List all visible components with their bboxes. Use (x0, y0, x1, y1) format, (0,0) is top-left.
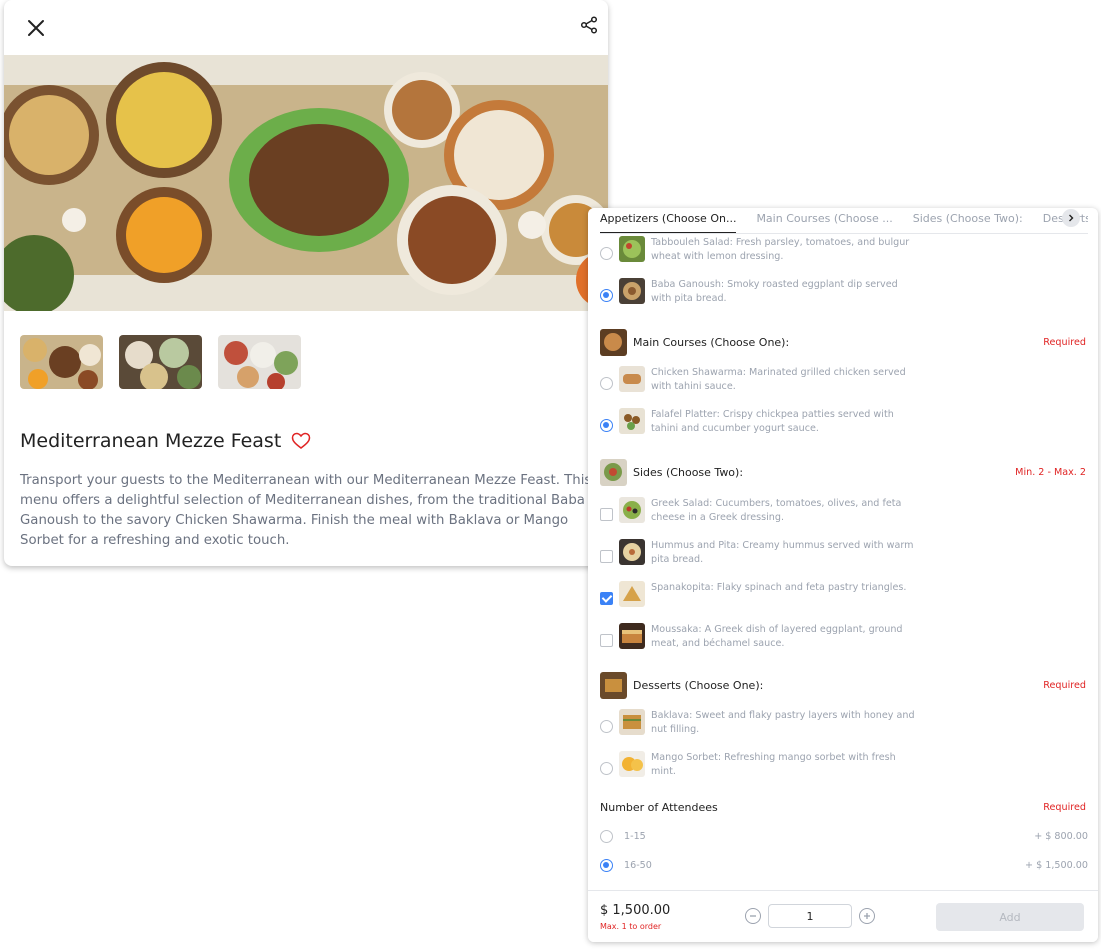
option-text: Tabbouleh Salad: Fresh parsley, tomatoes… (651, 237, 910, 262)
requirement-label: Min. 2 - Max. 2 (1015, 466, 1086, 478)
thumbnail-strip (20, 335, 301, 389)
radio-baba-ganoush[interactable] (600, 289, 613, 302)
option-tabbouleh[interactable]: Tabbouleh Salad: Fresh parsley, tomatoes… (600, 236, 1080, 264)
checkbox-spanakopita[interactable] (600, 592, 613, 605)
tabs-next-button[interactable] (1062, 209, 1080, 227)
option-mango-sorbet[interactable]: Mango Sorbet: Refreshing mango sorbet wi… (600, 751, 1080, 779)
radio-partial[interactable] (600, 887, 613, 888)
heart-icon[interactable] (291, 432, 311, 450)
options-panel: Appetizers (Choose On... Main Courses (C… (588, 208, 1098, 942)
option-text: Mango Sorbet: Refreshing mango sorbet wi… (651, 752, 896, 777)
attendee-price: + $ 800.00 (1034, 830, 1088, 842)
thumbnail-1[interactable] (20, 335, 103, 389)
section-attendees: Number of Attendees Required (600, 794, 1086, 820)
radio-1-15[interactable] (600, 829, 613, 843)
option-text: Hummus and Pita: Creamy hummus served wi… (651, 540, 914, 565)
options-scroll-area[interactable]: Tabbouleh Salad: Fresh parsley, tomatoes… (588, 234, 1098, 888)
option-text: Baba Ganoush: Smoky roasted eggplant dip… (651, 279, 898, 304)
section-title: Sides (Choose Two): (633, 465, 744, 479)
greek-salad-image (619, 497, 645, 523)
moussaka-image (619, 623, 645, 649)
chicken-shawarma-image (619, 366, 645, 392)
option-text: Baklava: Sweet and flaky pastry layers w… (651, 710, 915, 735)
option-text: Spanakopita: Flaky spinach and feta past… (651, 582, 907, 593)
requirement-label: Required (1043, 336, 1086, 348)
attendee-option-partial[interactable] (600, 884, 1088, 888)
thumbnail-3[interactable] (218, 335, 301, 389)
option-spanakopita[interactable]: Spanakopita: Flaky spinach and feta past… (600, 581, 1080, 607)
plus-icon[interactable] (859, 908, 875, 924)
desserts-image (600, 671, 627, 699)
sides-image (600, 458, 627, 486)
option-baklava[interactable]: Baklava: Sweet and flaky pastry layers w… (600, 709, 1080, 737)
main-courses-image (600, 328, 627, 356)
radio-16-50[interactable] (600, 858, 613, 872)
option-text: Moussaka: A Greek dish of layered eggpla… (651, 624, 903, 649)
section-title: Main Courses (Choose One): (633, 335, 790, 349)
option-falafel-platter[interactable]: Falafel Platter: Crispy chickpea patties… (600, 408, 1080, 436)
radio-falafel-platter[interactable] (600, 419, 613, 432)
checkbox-moussaka[interactable] (600, 634, 613, 647)
attendee-label: 1-15 (624, 830, 646, 842)
add-button[interactable]: Add (936, 903, 1084, 931)
radio-mango-sorbet[interactable] (600, 762, 613, 775)
share-icon[interactable] (578, 14, 600, 36)
option-baba-ganoush[interactable]: Baba Ganoush: Smoky roasted eggplant dip… (600, 278, 1080, 306)
hero-image (4, 55, 608, 311)
baba-ganoush-image (619, 278, 645, 304)
option-greek-salad[interactable]: Greek Salad: Cucumbers, tomatoes, olives… (600, 497, 1080, 525)
attendee-option-16-50[interactable]: 16-50 + $ 1,500.00 (600, 855, 1088, 875)
quantity-input[interactable] (768, 904, 852, 928)
close-icon[interactable] (24, 16, 48, 40)
chevron-right-icon (1069, 214, 1074, 222)
spanakopita-image (619, 581, 645, 607)
falafel-platter-image (619, 408, 645, 434)
title-row: Mediterranean Mezze Feast (20, 430, 311, 452)
mango-sorbet-image (619, 751, 645, 777)
tab-sides[interactable]: Sides (Choose Two): (913, 208, 1023, 233)
option-hummus-pita[interactable]: Hummus and Pita: Creamy hummus served wi… (600, 539, 1080, 567)
section-sides: Sides (Choose Two): Min. 2 - Max. 2 (600, 458, 1086, 486)
radio-tabbouleh[interactable] (600, 247, 613, 260)
option-text: Greek Salad: Cucumbers, tomatoes, olives… (651, 498, 902, 523)
attendee-price: + $ 1,500.00 (1025, 859, 1088, 871)
option-moussaka[interactable]: Moussaka: A Greek dish of layered eggpla… (600, 623, 1080, 651)
checkbox-hummus-pita[interactable] (600, 550, 613, 563)
checkbox-greek-salad[interactable] (600, 508, 613, 521)
attendee-label: 16-50 (624, 859, 652, 871)
order-footer: $ 1,500.00 Max. 1 to order Add (588, 890, 1098, 942)
category-tabs: Appetizers (Choose On... Main Courses (C… (600, 208, 1088, 234)
option-text: Falafel Platter: Crispy chickpea patties… (651, 409, 894, 434)
attendee-option-1-15[interactable]: 1-15 + $ 800.00 (600, 826, 1088, 846)
baklava-image (619, 709, 645, 735)
tabbouleh-image (619, 236, 645, 262)
minus-icon[interactable] (745, 908, 761, 924)
radio-chicken-shawarma[interactable] (600, 377, 613, 390)
requirement-label: Required (1043, 801, 1086, 813)
product-card: Mediterranean Mezze Feast Transport your… (4, 0, 608, 566)
thumbnail-2[interactable] (119, 335, 202, 389)
product-title: Mediterranean Mezze Feast (20, 430, 282, 452)
max-order-note: Max. 1 to order (600, 922, 662, 931)
top-bar (4, 0, 608, 55)
requirement-label: Required (1043, 679, 1086, 691)
hummus-pita-image (619, 539, 645, 565)
section-title: Number of Attendees (600, 800, 718, 814)
tab-main-courses[interactable]: Main Courses (Choose ... (756, 208, 892, 233)
section-desserts: Desserts (Choose One): Required (600, 671, 1086, 699)
option-text: Chicken Shawarma: Marinated grilled chic… (651, 367, 906, 392)
radio-baklava[interactable] (600, 720, 613, 733)
tab-appetizers[interactable]: Appetizers (Choose On... (600, 208, 737, 233)
section-main-courses: Main Courses (Choose One): Required (600, 328, 1086, 356)
option-chicken-shawarma[interactable]: Chicken Shawarma: Marinated grilled chic… (600, 366, 1080, 394)
section-title: Desserts (Choose One): (633, 678, 764, 692)
total-price: $ 1,500.00 (600, 903, 671, 918)
product-description: Transport your guests to the Mediterrane… (20, 473, 592, 548)
